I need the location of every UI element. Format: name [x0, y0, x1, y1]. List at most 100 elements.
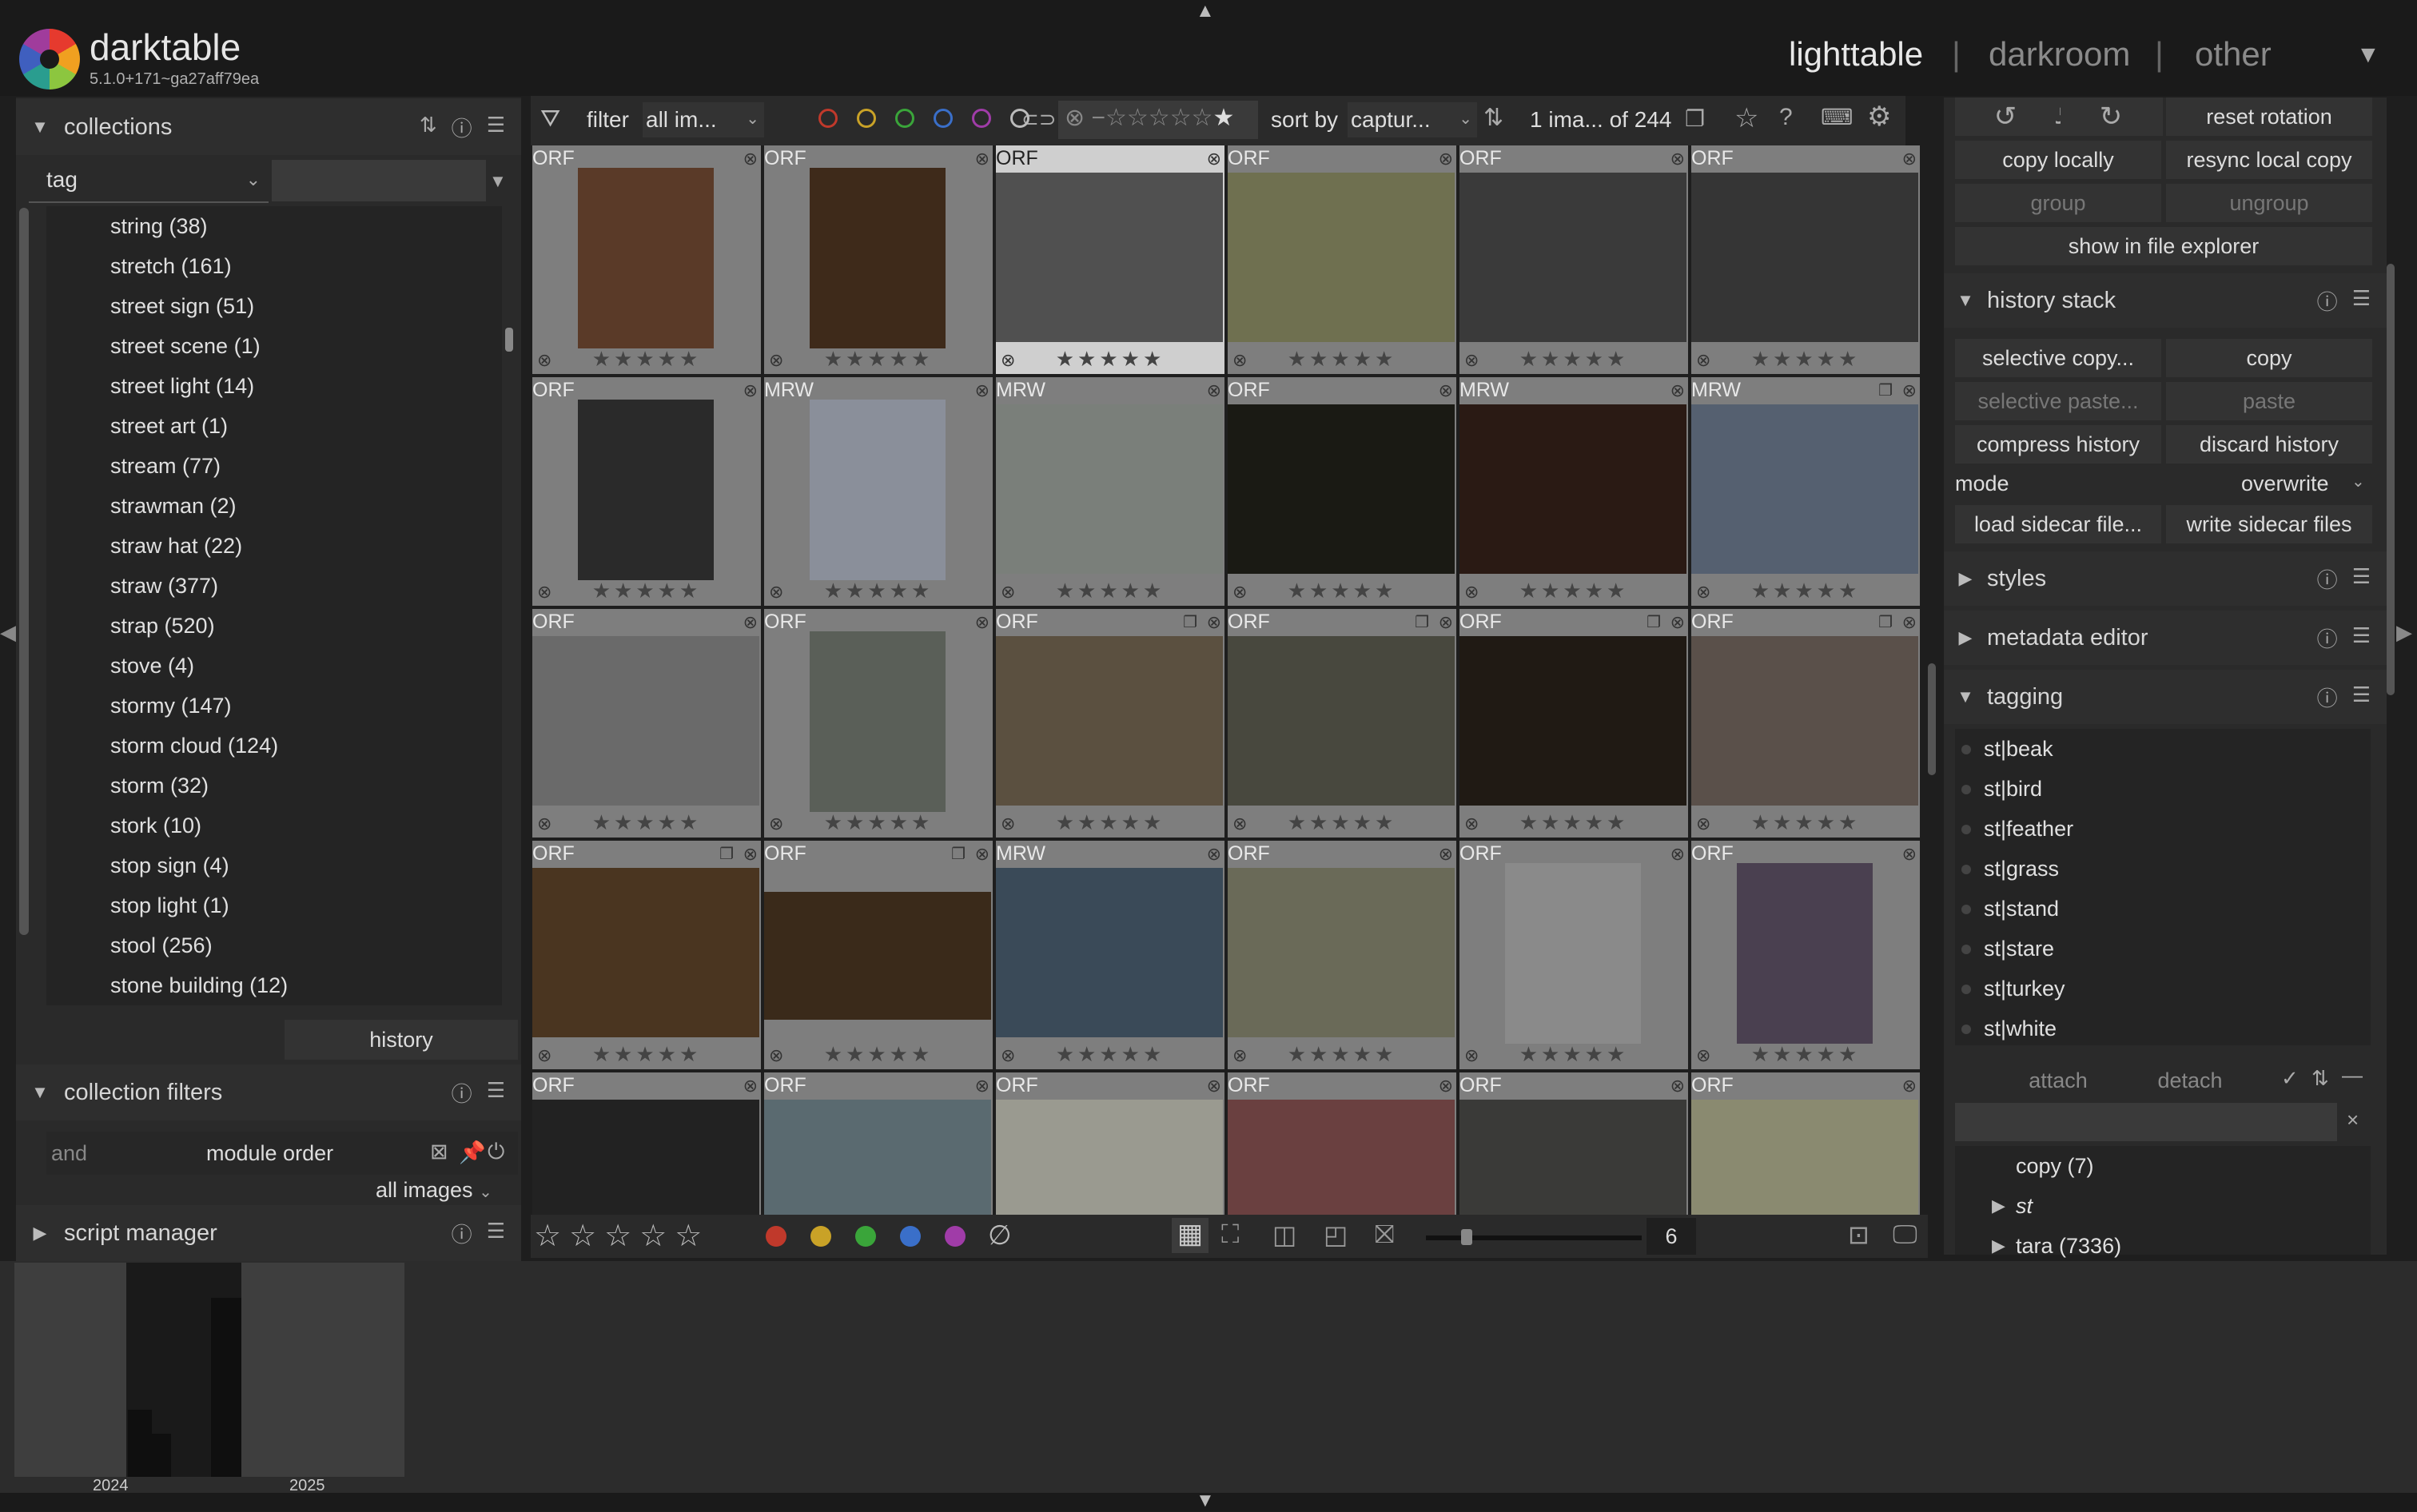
altered-icon[interactable]: ⊗ [975, 149, 989, 169]
tag-list-item[interactable]: strap (520) [46, 606, 502, 646]
tag-list-item[interactable]: stretch (161) [46, 246, 502, 286]
attached-tag-item[interactable]: st|turkey [1955, 969, 2371, 1009]
view-other[interactable]: other [2195, 35, 2272, 74]
rating-stars[interactable]: ★★★★★ [1228, 579, 1456, 606]
altered-icon[interactable]: ⊗ [1902, 380, 1917, 401]
collapse-top-icon[interactable]: ▲ [1196, 0, 1215, 22]
rotate-cw-button[interactable]: ↻ [2061, 97, 2161, 136]
altered-icon[interactable]: ⊗ [1670, 1076, 1685, 1096]
presets-icon[interactable]: ☰ [487, 1219, 505, 1248]
copy-locally-button[interactable]: copy locally [1955, 141, 2161, 179]
info-icon[interactable]: ⓘ [452, 1219, 472, 1248]
detach-button[interactable]: detach [2086, 1060, 2294, 1101]
tag-list-item[interactable]: street art (1) [46, 406, 502, 446]
yellow-label-icon[interactable] [810, 1226, 831, 1247]
presets-icon[interactable]: ☰ [487, 1078, 505, 1108]
group-icon[interactable]: ❐ [1878, 612, 1893, 632]
red-label-icon[interactable] [766, 1226, 786, 1247]
tag-list-item[interactable]: strawman (2) [46, 486, 502, 526]
tag-list-item[interactable]: storm cloud (124) [46, 726, 502, 766]
right-panel-scrollbar[interactable] [2387, 264, 2395, 695]
culling-dynamic-icon[interactable]: ◰ [1324, 1220, 1348, 1250]
altered-icon[interactable]: ⊗ [1670, 149, 1685, 169]
zoom-slider-handle[interactable] [1461, 1229, 1472, 1245]
clear-labels-icon[interactable]: ∅ [988, 1220, 1012, 1251]
thumbnail[interactable]: ORF⊗⊗★★★★★ [1459, 145, 1688, 374]
keyboard-icon[interactable]: ⌨ [1821, 104, 1853, 130]
tag-list-item[interactable]: straw (377) [46, 566, 502, 606]
altered-icon[interactable]: ⊗ [1439, 380, 1453, 401]
group-icon[interactable]: ❐ [1878, 380, 1893, 400]
view-lighttable[interactable]: lighttable [1789, 35, 1923, 74]
altered-icon[interactable]: ⊗ [1207, 612, 1221, 633]
attached-tag-item[interactable]: st|stare [1955, 929, 2371, 969]
tag-list-item[interactable]: stork (10) [46, 806, 502, 846]
toggle-hide-icon[interactable]: ✓ [2281, 1066, 2299, 1091]
write-sidecar-button[interactable]: write sidecar files [2166, 505, 2372, 543]
rating-stars[interactable]: ★★★★★ [996, 579, 1224, 606]
altered-icon[interactable]: ⊗ [743, 844, 758, 865]
thumbnail[interactable]: ORF⊗⊗★★★★★ [532, 609, 761, 838]
attached-tag-item[interactable]: st|grass [1955, 849, 2371, 889]
star-outline-icon[interactable]: ☆ [1734, 102, 1758, 134]
dropdown-icon[interactable]: ▼ [489, 171, 507, 192]
tag-list-item[interactable]: street light (14) [46, 366, 502, 406]
presets-icon[interactable]: ☰ [2352, 564, 2371, 594]
tag-entry-input[interactable] [1955, 1103, 2337, 1141]
thumbnail[interactable]: ORF ⊗ ❐ ⊗ ★★★★★ [764, 841, 993, 1069]
gray-label-filter-icon[interactable] [1010, 109, 1029, 128]
rating-filter[interactable]: ⊗ −☆☆☆☆☆★ [1058, 101, 1258, 139]
thumbnail[interactable]: ORF ⊗ ❐ ⊗ ★★★★★ [532, 841, 761, 1069]
remove-rule-icon[interactable]: ⊠ [430, 1140, 448, 1164]
rating-stars[interactable]: ★★★★★ [1691, 810, 1920, 838]
rating-stars[interactable]: ★★★★★ [1691, 347, 1920, 374]
rating-stars[interactable]: ★★★★★ [1691, 1042, 1920, 1069]
collection-property-select[interactable]: tag ⌄ [29, 158, 269, 203]
rating-stars[interactable]: ★★★★★ [1228, 810, 1456, 838]
rating-stars[interactable]: ★★★★★ [532, 1042, 761, 1069]
green-label-filter-icon[interactable] [895, 109, 914, 128]
purple-label-filter-icon[interactable] [972, 109, 991, 128]
selective-paste-button[interactable]: selective paste... [1955, 382, 2161, 420]
thumbnail[interactable]: ORF⊗⊗★★★★★ [764, 1072, 993, 1215]
thumbnail[interactable]: MRW ⊗ ⊗ ★★★★★ [764, 377, 993, 606]
grid-scrollbar[interactable] [1928, 663, 1936, 775]
view-darkroom[interactable]: darkroom [1989, 35, 2130, 74]
tag-search-input[interactable] [272, 160, 486, 201]
rating-stars[interactable]: ★★★★★ [532, 810, 761, 838]
compress-history-button[interactable]: compress history [1955, 425, 2161, 464]
attached-tag-item[interactable]: st|beak [1955, 729, 2371, 769]
thumbnail[interactable]: ORF⊗⊗★★★★★ [532, 377, 761, 606]
thumbnail[interactable]: ORF ⊗ ❐ ⊗ ★★★★★ [1228, 609, 1456, 838]
thumbnail[interactable]: ORF⊗⊗★★★★★ [1228, 841, 1456, 1069]
script-manager-header[interactable]: ▶ script manager ⓘ ☰ [16, 1205, 521, 1261]
rating-stars[interactable]: ★★★★★ [996, 810, 1224, 838]
altered-icon[interactable]: ⊗ [1439, 1076, 1453, 1096]
resync-local-copy-button[interactable]: resync local copy [2166, 141, 2372, 179]
sort-icon[interactable]: ⇅ [420, 113, 437, 142]
tag-list-item[interactable]: stone building (12) [46, 965, 502, 1005]
filter-scope-select[interactable]: all images ⌄ [376, 1178, 492, 1203]
rating-stars[interactable]: ★★★★★ [1459, 810, 1688, 838]
dictionary-tag-item[interactable]: copy (7) [1955, 1146, 2371, 1186]
display-profile-icon[interactable]: 🖵 [1893, 1220, 1917, 1250]
dictionary-tag-item[interactable]: ▶ st [1955, 1186, 2371, 1226]
attached-tag-item[interactable]: st|white [1955, 1009, 2371, 1048]
info-icon[interactable]: ⓘ [2317, 682, 2338, 712]
focus-peaking-icon[interactable]: ⊡ [1848, 1220, 1869, 1250]
collapse-left-icon[interactable]: ◀ [0, 620, 16, 645]
tag-list-scrollbar[interactable] [505, 328, 513, 352]
red-label-filter-icon[interactable] [818, 109, 838, 128]
left-panel-scrollbar[interactable] [19, 208, 29, 935]
tag-list-item[interactable]: stove (4) [46, 646, 502, 686]
sort-order-icon[interactable]: ⇅ [1483, 104, 1503, 132]
rating-stars[interactable]: ★★★★★ [1459, 1042, 1688, 1069]
altered-icon[interactable]: ⊗ [1207, 380, 1221, 401]
rating-stars[interactable]: ★★★★★ [764, 579, 993, 606]
thumbnail[interactable]: MRW ⊗ ⊗ ★★★★★ [996, 377, 1224, 606]
tag-list-item[interactable]: stop light (1) [46, 885, 502, 925]
altered-icon[interactable]: ⊗ [975, 844, 989, 865]
thumbnail[interactable]: ORF⊗⊗★★★★★ [996, 1072, 1224, 1215]
tag-list-item[interactable]: stop sign (4) [46, 846, 502, 885]
altered-icon[interactable]: ⊗ [975, 1076, 989, 1096]
